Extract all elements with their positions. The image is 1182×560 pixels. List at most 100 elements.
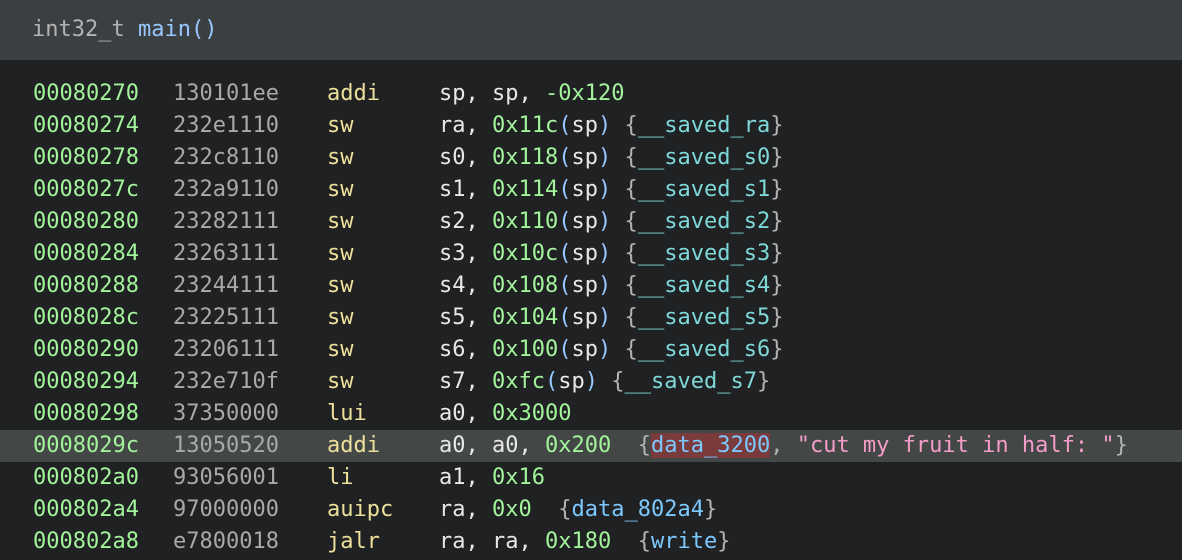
register[interactable]: a0: [439, 401, 466, 426]
instruction-row[interactable]: 00080280 23282111 sw s2, 0x110(sp) {__saved…: [0, 206, 1182, 238]
register[interactable]: s3: [439, 241, 466, 266]
stack-variable[interactable]: __saved_s1: [638, 177, 770, 202]
register[interactable]: sp: [571, 177, 598, 202]
instruction-address[interactable]: 00080284: [33, 238, 139, 270]
instruction-mnemonic[interactable]: auipc: [327, 494, 393, 526]
instruction-mnemonic[interactable]: sw: [327, 366, 354, 398]
instruction-mnemonic[interactable]: addi: [327, 430, 380, 462]
register[interactable]: a0: [492, 433, 519, 458]
register[interactable]: ra: [439, 529, 466, 554]
stack-variable[interactable]: __saved_s2: [638, 209, 770, 234]
register[interactable]: s1: [439, 177, 466, 202]
highlighted-symbol-reference[interactable]: data_3200: [650, 433, 771, 458]
instruction-address[interactable]: 0008027c: [33, 174, 139, 206]
instruction-mnemonic[interactable]: lui: [327, 398, 367, 430]
instruction-row[interactable]: 0008027c 232a9110 sw s1, 0x114(sp) {__saved…: [0, 174, 1182, 206]
immediate-value[interactable]: 0x108: [492, 273, 558, 298]
register[interactable]: sp: [571, 209, 598, 234]
immediate-value[interactable]: 0x3000: [492, 401, 571, 426]
instruction-mnemonic[interactable]: sw: [327, 238, 354, 270]
register[interactable]: sp: [571, 145, 598, 170]
instruction-address[interactable]: 00080288: [33, 270, 139, 302]
immediate-value[interactable]: 0x200: [545, 433, 611, 458]
register[interactable]: a1: [439, 465, 466, 490]
register[interactable]: s4: [439, 273, 466, 298]
instruction-row[interactable]: 00080278 232c8110 sw s0, 0x118(sp) {__saved…: [0, 142, 1182, 174]
register[interactable]: ra: [492, 529, 519, 554]
instruction-row[interactable]: 00080274 232e1110 sw ra, 0x11c(sp) {__saved…: [0, 110, 1182, 142]
instruction-row[interactable]: 00080284 23263111 sw s3, 0x10c(sp) {__saved…: [0, 238, 1182, 270]
instruction-address[interactable]: 00080280: [33, 206, 139, 238]
immediate-value[interactable]: 0x10c: [492, 241, 558, 266]
instruction-address[interactable]: 000802a0: [33, 462, 139, 494]
register[interactable]: s7: [439, 369, 466, 394]
instruction-address[interactable]: 00080270: [33, 78, 139, 110]
register[interactable]: s5: [439, 305, 466, 330]
instruction-mnemonic[interactable]: li: [327, 462, 354, 494]
function-name[interactable]: main: [138, 17, 191, 42]
register[interactable]: ra: [439, 113, 466, 138]
instruction-address[interactable]: 00080274: [33, 110, 139, 142]
immediate-value[interactable]: 0xfc: [492, 369, 545, 394]
instruction-mnemonic[interactable]: sw: [327, 174, 354, 206]
immediate-value[interactable]: -0x120: [545, 81, 624, 106]
instruction-address[interactable]: 00080290: [33, 334, 139, 366]
instruction-row[interactable]: 000802a0 93056001 li a1, 0x16: [0, 462, 1182, 494]
function-signature[interactable]: int32_t main(): [32, 15, 217, 45]
instruction-address[interactable]: 00080294: [33, 366, 139, 398]
register[interactable]: s0: [439, 145, 466, 170]
register[interactable]: s6: [439, 337, 466, 362]
register[interactable]: ra: [439, 497, 466, 522]
register[interactable]: sp: [571, 337, 598, 362]
stack-variable[interactable]: __saved_s0: [638, 145, 770, 170]
symbol-reference[interactable]: data_802a4: [572, 497, 704, 522]
instruction-mnemonic[interactable]: sw: [327, 110, 354, 142]
immediate-value[interactable]: 0x110: [492, 209, 558, 234]
instruction-row-selected[interactable]: 0008029c 13050520 addi a0, a0, 0x200 {data_…: [0, 430, 1182, 462]
immediate-value[interactable]: 0x104: [492, 305, 558, 330]
instruction-address[interactable]: 0008028c: [33, 302, 139, 334]
instruction-row[interactable]: 00080290 23206111 sw s6, 0x100(sp) {__saved…: [0, 334, 1182, 366]
stack-variable[interactable]: __saved_ra: [638, 113, 770, 138]
stack-variable[interactable]: __saved_s4: [638, 273, 770, 298]
register[interactable]: sp: [571, 113, 598, 138]
register[interactable]: a0: [439, 433, 466, 458]
stack-variable[interactable]: __saved_s7: [624, 369, 756, 394]
instruction-address[interactable]: 0008029c: [33, 430, 139, 462]
immediate-value[interactable]: 0x16: [492, 465, 545, 490]
register[interactable]: sp: [571, 273, 598, 298]
symbol-reference[interactable]: write: [651, 529, 717, 554]
string-literal[interactable]: "cut my fruit in half: ": [797, 433, 1115, 458]
stack-variable[interactable]: __saved_s6: [638, 337, 770, 362]
register[interactable]: sp: [439, 81, 466, 106]
instruction-address[interactable]: 00080278: [33, 142, 139, 174]
instruction-row[interactable]: 00080298 37350000 lui a0, 0x3000: [0, 398, 1182, 430]
immediate-value[interactable]: 0x118: [492, 145, 558, 170]
stack-variable[interactable]: __saved_s3: [638, 241, 770, 266]
instruction-address[interactable]: 000802a4: [33, 494, 139, 526]
immediate-value[interactable]: 0x180: [545, 529, 611, 554]
instruction-mnemonic[interactable]: jalr: [327, 526, 380, 558]
immediate-value[interactable]: 0x11c: [492, 113, 558, 138]
instruction-row[interactable]: 000802a8 e7800018 jalr ra, ra, 0x180 {write…: [0, 526, 1182, 558]
instruction-mnemonic[interactable]: sw: [327, 302, 354, 334]
instruction-mnemonic[interactable]: sw: [327, 334, 354, 366]
instruction-row[interactable]: 00080270 130101ee addi sp, sp, -0x120: [0, 78, 1182, 110]
immediate-value[interactable]: 0x0: [492, 497, 532, 522]
register[interactable]: sp: [558, 369, 585, 394]
instruction-address[interactable]: 000802a8: [33, 526, 139, 558]
instruction-mnemonic[interactable]: sw: [327, 270, 354, 302]
instruction-mnemonic[interactable]: sw: [327, 206, 354, 238]
instruction-row[interactable]: 00080294 232e710f sw s7, 0xfc(sp) {__saved_…: [0, 366, 1182, 398]
instruction-mnemonic[interactable]: addi: [327, 78, 380, 110]
register[interactable]: sp: [571, 305, 598, 330]
immediate-value[interactable]: 0x114: [492, 177, 558, 202]
register[interactable]: sp: [492, 81, 519, 106]
instruction-row[interactable]: 000802a4 97000000 auipc ra, 0x0 {data_802a4…: [0, 494, 1182, 526]
instruction-row[interactable]: 0008028c 23225111 sw s5, 0x104(sp) {__saved…: [0, 302, 1182, 334]
instruction-mnemonic[interactable]: sw: [327, 142, 354, 174]
immediate-value[interactable]: 0x100: [492, 337, 558, 362]
register[interactable]: s2: [439, 209, 466, 234]
stack-variable[interactable]: __saved_s5: [638, 305, 770, 330]
instruction-address[interactable]: 00080298: [33, 398, 139, 430]
